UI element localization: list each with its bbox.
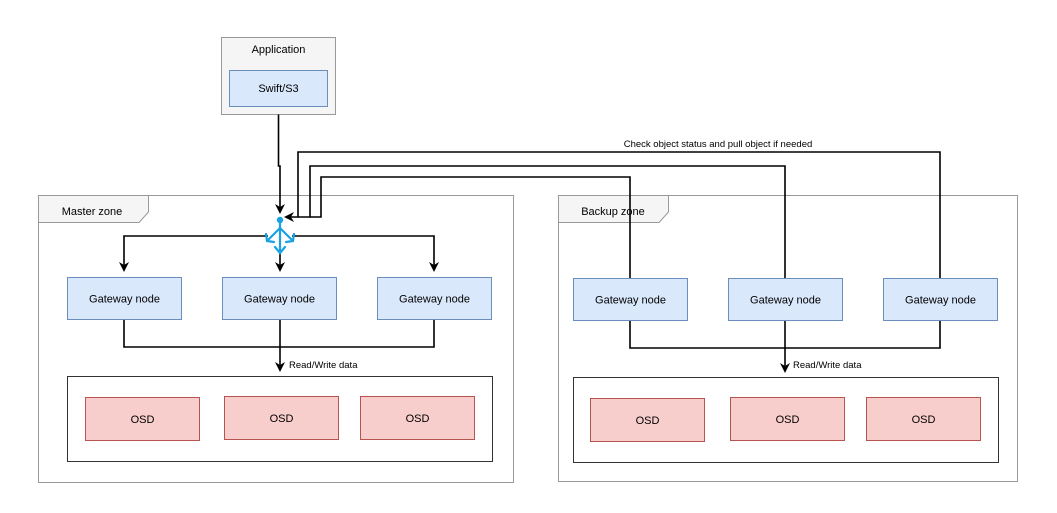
osd-label: OSD [912, 414, 936, 426]
edge-app-to-balancer [275, 114, 285, 214]
edge-balancer-to-gw1 [119, 235, 268, 272]
edge-balancer-to-gw3 [292, 235, 439, 272]
backup-gateway-1[interactable]: Gateway node [573, 278, 688, 321]
osd-label: OSD [270, 413, 294, 425]
gateway-label: Gateway node [399, 294, 470, 306]
master-gateway-3[interactable]: Gateway node [377, 277, 492, 320]
swift-s3-node[interactable]: Swift/S3 [229, 70, 328, 107]
master-osd-1[interactable]: OSD [85, 397, 200, 441]
sync-edge-label: Check object status and pull object if n… [624, 139, 813, 150]
edges [119, 114, 941, 373]
edge-master-gw-bus [123, 320, 435, 348]
master-rw-label: Read/Write data [289, 360, 358, 371]
gateway-label: Gateway node [244, 294, 315, 306]
gateway-label: Gateway node [595, 295, 666, 307]
osd-label: OSD [776, 414, 800, 426]
backup-gateway-2[interactable]: Gateway node [728, 278, 843, 321]
osd-label: OSD [406, 413, 430, 425]
osd-label: OSD [636, 415, 660, 427]
backup-osd-3[interactable]: OSD [866, 397, 981, 441]
backup-osd-1[interactable]: OSD [590, 398, 705, 442]
swift-s3-label: Swift/S3 [258, 83, 298, 95]
master-osd-3[interactable]: OSD [360, 396, 475, 440]
edge-sync-backup-gw2 [298, 165, 786, 278]
master-gateway-1[interactable]: Gateway node [67, 277, 182, 320]
master-gateway-2[interactable]: Gateway node [222, 277, 337, 320]
gateway-label: Gateway node [750, 295, 821, 307]
master-zone-label: Master zone [62, 206, 123, 218]
osd-label: OSD [131, 414, 155, 426]
edge-sync-backup-gw1 [310, 176, 631, 278]
backup-osd-2[interactable]: OSD [730, 397, 845, 441]
backup-zone-label: Backup zone [581, 206, 645, 218]
backup-rw-label: Read/Write data [793, 360, 862, 371]
gateway-label: Gateway node [905, 295, 976, 307]
load-balancer-icon [264, 216, 296, 255]
backup-gateway-3[interactable]: Gateway node [883, 278, 998, 321]
application-title: Application [252, 44, 306, 56]
architecture-diagram: Application Swift/S3 Master zone Backup … [38, 37, 1018, 483]
master-osd-2[interactable]: OSD [224, 396, 339, 440]
application-node[interactable]: Application Swift/S3 [221, 37, 336, 115]
gateway-label: Gateway node [89, 294, 160, 306]
